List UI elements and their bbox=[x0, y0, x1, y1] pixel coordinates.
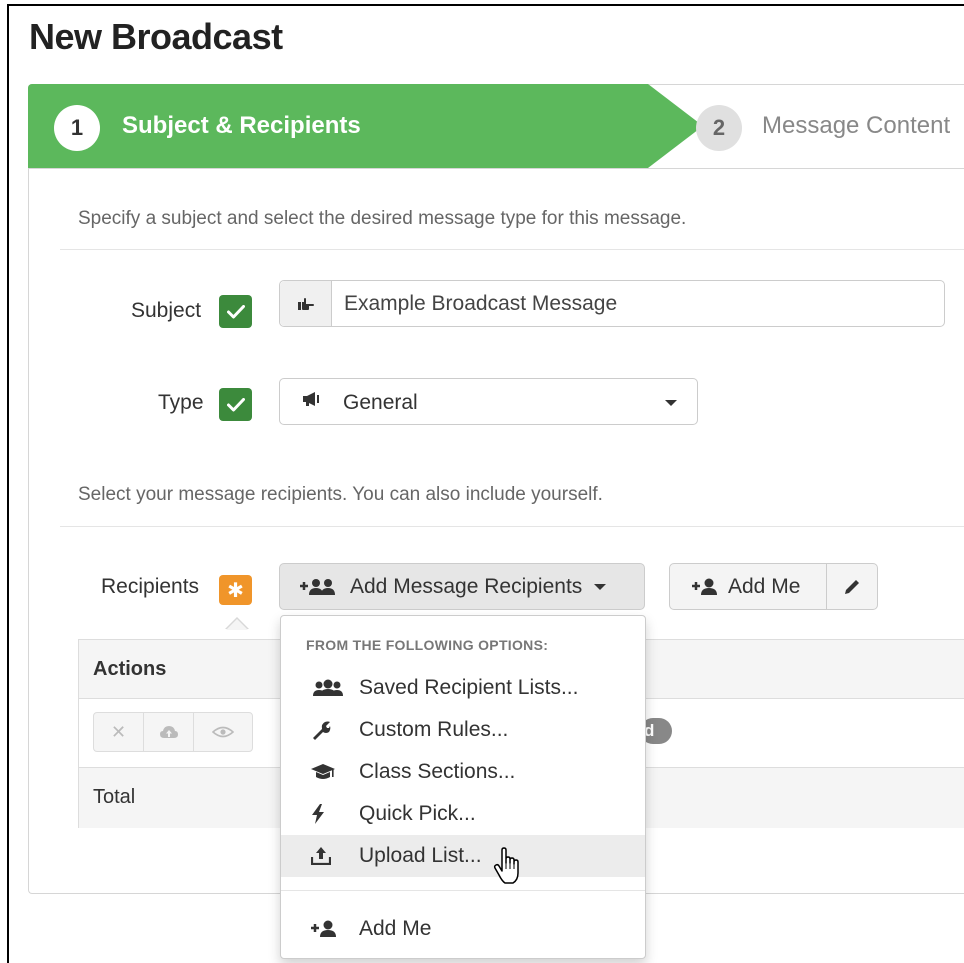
menu-item-label: Saved Recipient Lists... bbox=[359, 676, 579, 699]
divider bbox=[60, 249, 964, 250]
subject-field[interactable]: Example Broadcast Message bbox=[279, 280, 945, 327]
caret-down-icon bbox=[594, 583, 607, 590]
graduation-cap-icon bbox=[281, 764, 359, 780]
step-number: 1 bbox=[54, 105, 100, 151]
page-title: New Broadcast bbox=[29, 16, 283, 57]
users-icon bbox=[281, 679, 359, 697]
menu-item-upload-list[interactable]: Upload List... bbox=[281, 835, 645, 877]
bullhorn-icon bbox=[302, 392, 324, 411]
type-select[interactable]: General bbox=[279, 378, 698, 425]
close-icon[interactable]: ✕ bbox=[94, 713, 144, 751]
popover-arrow bbox=[226, 619, 248, 630]
menu-item-quick-pick[interactable]: Quick Pick... bbox=[281, 793, 645, 835]
section-intro: Specify a subject and select the desired… bbox=[78, 208, 687, 229]
type-select-value: General bbox=[343, 391, 418, 414]
step-label[interactable]: Message Content bbox=[762, 112, 950, 140]
section-intro: Select your message recipients. You can … bbox=[78, 484, 603, 505]
menu-item-saved-recipient-lists[interactable]: Saved Recipient Lists... bbox=[281, 667, 645, 709]
menu-item-class-sections[interactable]: Class Sections... bbox=[281, 751, 645, 793]
user-plus-icon bbox=[692, 578, 718, 596]
total-label: Total bbox=[93, 786, 136, 808]
type-label: Type bbox=[158, 391, 204, 414]
required-asterisk-icon: ✱ bbox=[219, 575, 252, 605]
step-subject-recipients[interactable]: 1 Subject & Recipients bbox=[28, 84, 703, 168]
hand-cursor-icon bbox=[493, 847, 523, 892]
menu-divider bbox=[281, 890, 645, 891]
actions-header: Actions bbox=[93, 658, 167, 680]
add-message-recipients-label: Add Message Recipients bbox=[350, 574, 583, 598]
add-me-button[interactable]: Add Me bbox=[669, 563, 827, 610]
eye-icon[interactable] bbox=[194, 713, 252, 751]
recipients-dropdown-menu: FROM THE FOLLOWING OPTIONS: Saved Recipi… bbox=[280, 615, 646, 959]
subject-label: Subject bbox=[131, 299, 202, 322]
wrench-icon bbox=[281, 720, 359, 740]
users-plus-icon bbox=[300, 578, 340, 596]
add-me-label: Add Me bbox=[728, 574, 801, 598]
step-label: Subject & Recipients bbox=[122, 112, 361, 139]
divider bbox=[60, 526, 964, 527]
caret-down-icon bbox=[665, 400, 677, 406]
row-actions: ✕ bbox=[93, 712, 253, 752]
wizard-steps: 1 Subject & Recipients 2 Message Content bbox=[28, 84, 964, 169]
subject-input[interactable]: Example Broadcast Message bbox=[332, 281, 944, 326]
check-icon bbox=[219, 295, 252, 328]
dropdown-header: FROM THE FOLLOWING OPTIONS: bbox=[306, 637, 549, 653]
check-icon bbox=[219, 388, 252, 421]
menu-item-label: Quick Pick... bbox=[359, 802, 476, 825]
recipients-label: Recipients bbox=[101, 575, 200, 598]
upload-icon bbox=[281, 847, 359, 865]
cloud-upload-icon[interactable] bbox=[144, 713, 194, 751]
add-message-recipients-button[interactable]: Add Message Recipients bbox=[279, 563, 645, 610]
menu-item-add-me[interactable]: Add Me bbox=[281, 908, 645, 950]
user-plus-icon bbox=[281, 920, 359, 938]
bolt-icon bbox=[281, 804, 359, 824]
hand-pointer-icon bbox=[280, 281, 332, 326]
menu-item-label: Class Sections... bbox=[359, 760, 516, 783]
menu-item-label: Upload List... bbox=[359, 844, 482, 867]
menu-item-label: Add Me bbox=[359, 917, 432, 940]
menu-item-label: Custom Rules... bbox=[359, 718, 509, 741]
pencil-icon[interactable] bbox=[826, 563, 878, 610]
menu-item-custom-rules[interactable]: Custom Rules... bbox=[281, 709, 645, 751]
step-number[interactable]: 2 bbox=[696, 105, 742, 151]
